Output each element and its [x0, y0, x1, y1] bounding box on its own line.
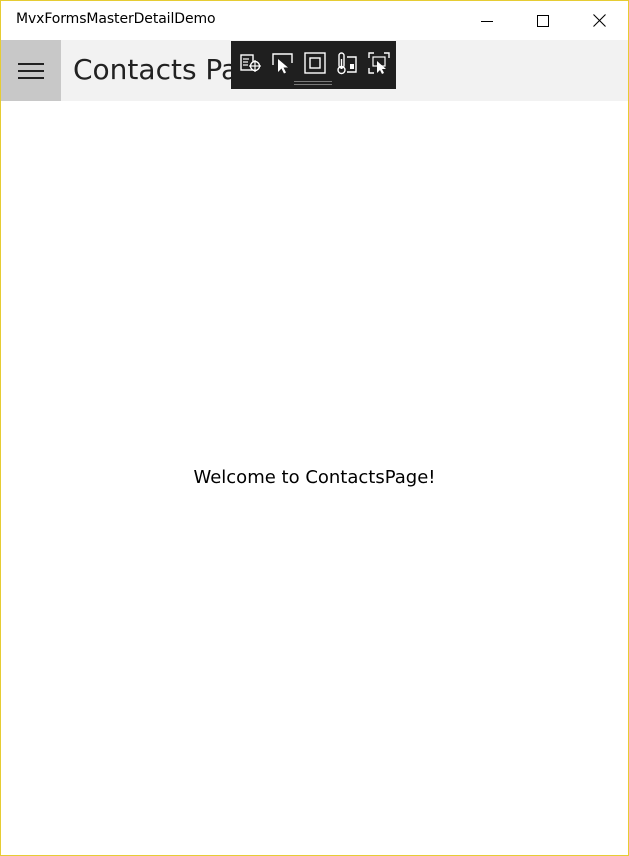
- live-visual-tree-icon[interactable]: [239, 51, 263, 75]
- debug-toolbar: [231, 41, 396, 89]
- select-element-icon[interactable]: [271, 51, 295, 75]
- close-button[interactable]: [571, 1, 627, 40]
- hamburger-icon: [18, 62, 44, 79]
- title-bar[interactable]: MvxFormsMasterDetailDemo: [1, 1, 628, 40]
- maximize-button[interactable]: [515, 1, 571, 40]
- toolbar-drag-handle[interactable]: [294, 81, 332, 85]
- display-layout-adorners-icon[interactable]: [303, 51, 327, 75]
- track-focus-icon[interactable]: [335, 51, 359, 75]
- app-title: MvxFormsMasterDetailDemo: [16, 11, 216, 27]
- close-icon: [592, 14, 606, 27]
- welcome-label: Welcome to ContactsPage!: [193, 467, 436, 488]
- minimize-button[interactable]: [459, 1, 515, 40]
- preview-selection-icon[interactable]: [367, 51, 391, 75]
- menu-button[interactable]: [1, 40, 61, 101]
- app-window: MvxFormsMasterDetailDemo Contacts Page W…: [0, 0, 629, 856]
- minimize-icon: [481, 20, 493, 22]
- maximize-icon: [537, 14, 549, 27]
- page-content: Welcome to ContactsPage!: [1, 101, 628, 855]
